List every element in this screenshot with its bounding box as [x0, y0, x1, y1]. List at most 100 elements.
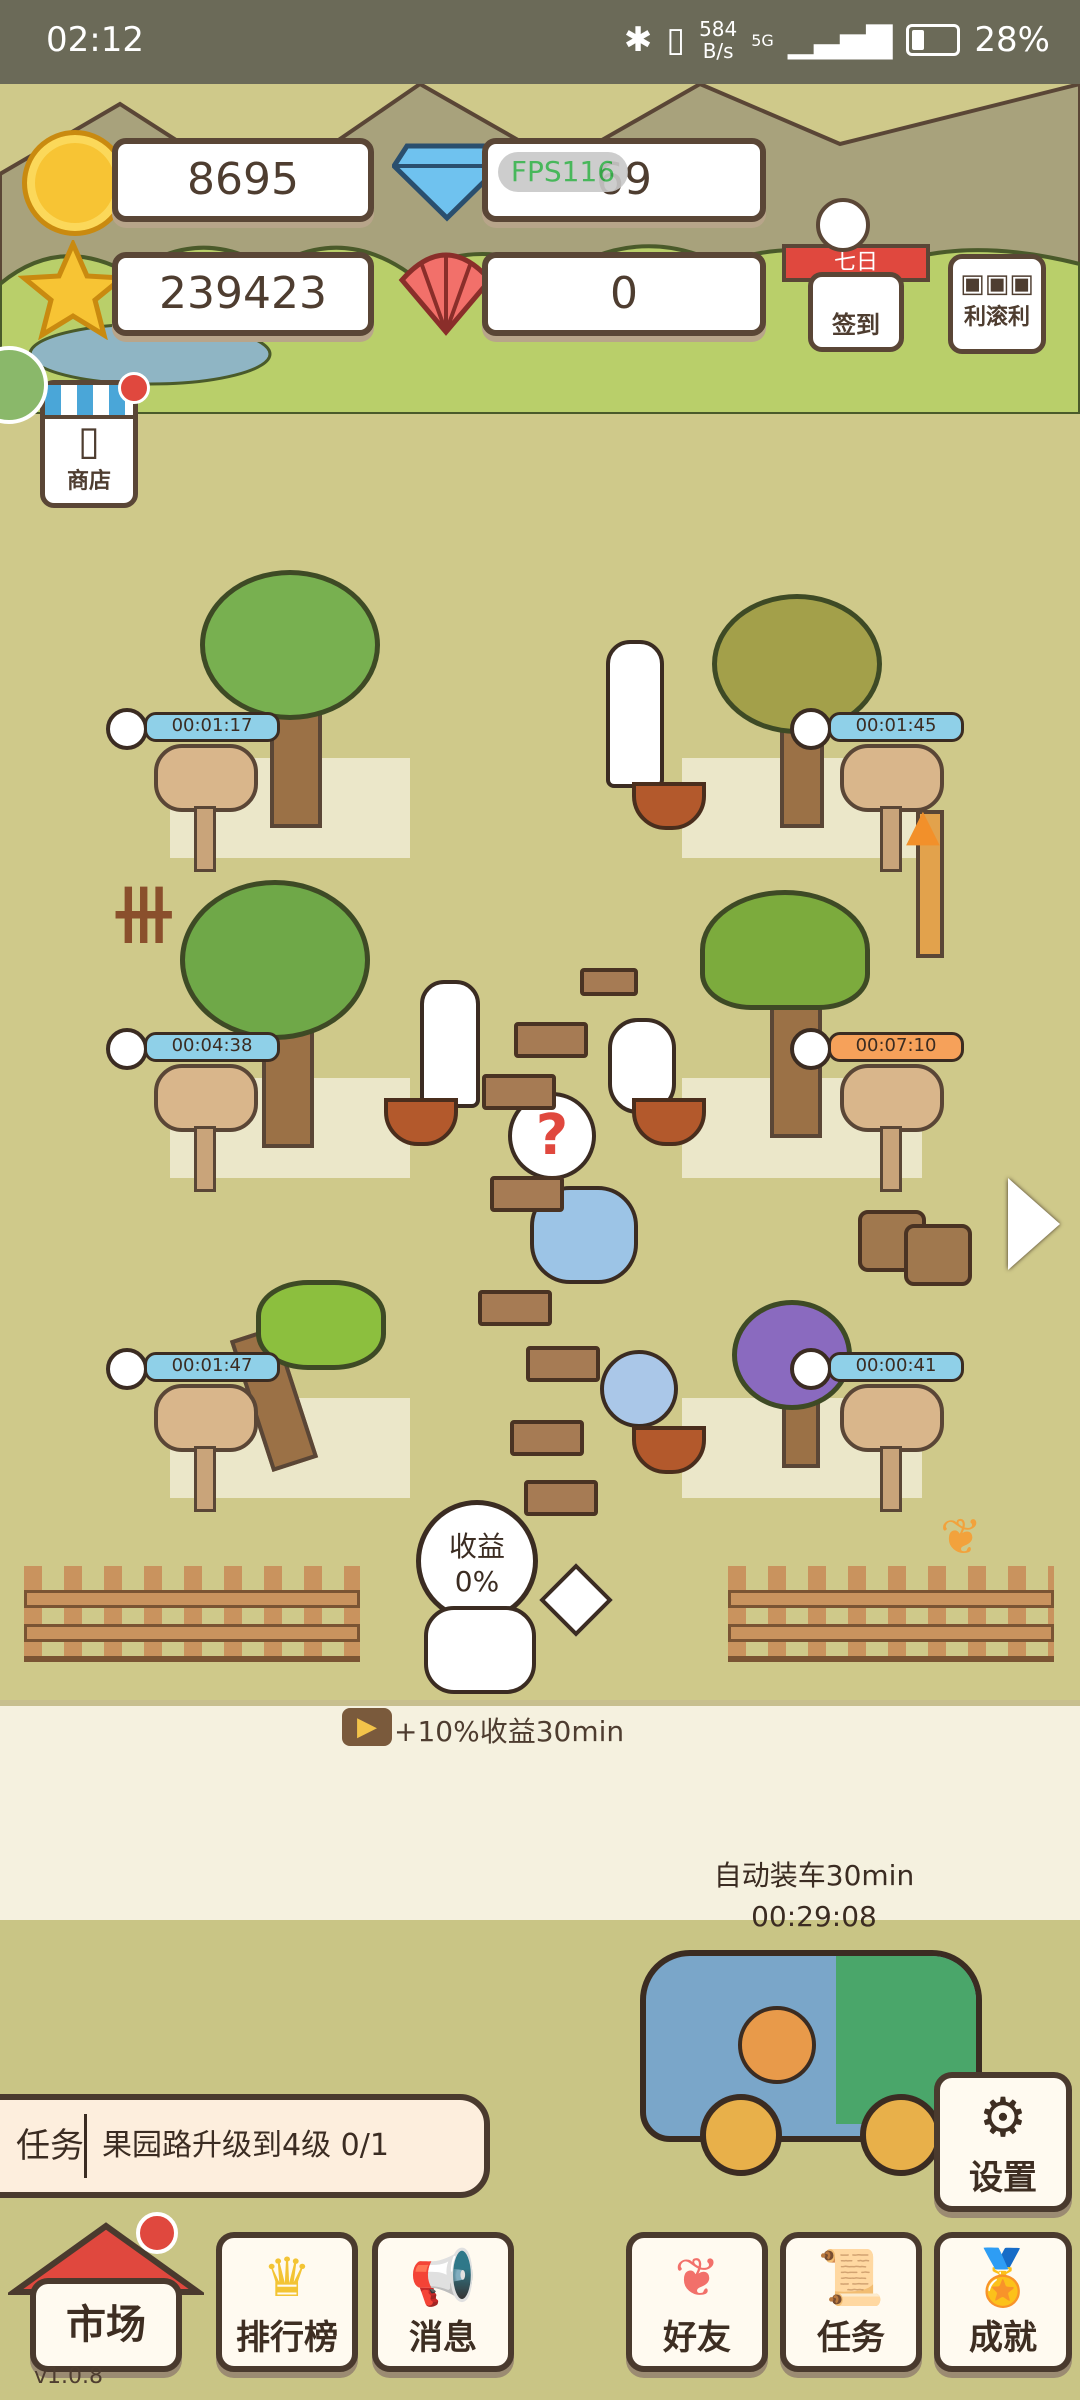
status-icons: ✱ ▯ 584 B/s 5G ▁▃▅▇ 28%	[624, 18, 1050, 62]
settings-label: 设置	[969, 2158, 1037, 2198]
path-stone	[526, 1346, 600, 1382]
mouse-mascot-icon	[816, 198, 870, 252]
friends-button[interactable]: ❦ 好友	[626, 2232, 768, 2372]
signpost	[880, 1126, 902, 1192]
coin-value: 8695	[187, 154, 299, 205]
gunli-label: 利滚利	[963, 305, 1030, 330]
signpost	[194, 806, 216, 872]
fence-left	[24, 1566, 360, 1662]
apple-tree-2[interactable]	[180, 880, 370, 1040]
shell-counter: 0	[482, 252, 766, 336]
signal-icon: ▁▃▅▇	[787, 20, 893, 60]
timer-apple-2: 00:04:38	[144, 1032, 280, 1062]
friends-label: 好友	[663, 2318, 731, 2358]
sack-icon	[904, 1224, 972, 1286]
boost-label[interactable]: +10%收益30min	[394, 1710, 624, 1750]
signpost	[194, 1446, 216, 1512]
version-label: v1.0.8	[34, 2364, 103, 2389]
shop-label: 商店	[66, 469, 111, 494]
market-notification-dot	[136, 2212, 178, 2254]
scroll-icon: 📜	[817, 2246, 885, 2309]
butterfly-icon: ❦	[940, 1508, 982, 1566]
raccoon-worker[interactable]	[600, 1350, 678, 1428]
clock-icon	[790, 1028, 832, 1070]
gear-icon: ⚙	[978, 2086, 1028, 2149]
signpost	[194, 1126, 216, 1192]
timer-apple-1: 00:01:17	[144, 712, 280, 742]
checkin-label: 签到	[832, 311, 880, 339]
timer-starfruit: 00:01:45	[828, 712, 964, 742]
signpost	[880, 1446, 902, 1512]
shop-notification-dot	[118, 372, 150, 404]
path-stone	[490, 1176, 564, 1212]
clock-icon	[790, 708, 832, 750]
megaphone-icon: 📢	[409, 2246, 477, 2309]
path-stone	[524, 1480, 598, 1516]
achievements-label: 成就	[969, 2318, 1037, 2358]
checkin-button[interactable]: 签到	[808, 272, 904, 352]
coin-counter: 8695	[112, 138, 374, 222]
sign-apple-1	[154, 744, 258, 812]
path-stone	[510, 1420, 584, 1456]
ranking-label: 排行榜	[236, 2318, 338, 2358]
gunli-button[interactable]: ▣▣▣ 利滚利	[948, 254, 1046, 354]
settings-button[interactable]: ⚙ 设置	[934, 2072, 1072, 2212]
market-label: 市场	[30, 2278, 182, 2372]
apple-tree-1[interactable]	[200, 570, 380, 720]
rabbit-guard	[424, 1606, 536, 1694]
timer-coconut: 00:01:47	[144, 1352, 280, 1382]
fps-overlay: FPS116	[498, 152, 628, 192]
task-bar-label: 任务	[16, 2126, 84, 2166]
shiba-driver	[738, 2006, 816, 2084]
durian-tree[interactable]	[700, 890, 870, 1010]
auto-load-countdown: 00:29:08	[751, 1900, 877, 1933]
income-value: 0%	[454, 1565, 500, 1598]
status-bar: 02:12 ✱ ▯ 584 B/s 5G ▁▃▅▇ 28%	[0, 0, 1080, 84]
ranking-button[interactable]: ♛ 排行榜	[216, 2232, 358, 2372]
sign-apple-2	[154, 1064, 258, 1132]
signpost	[880, 806, 902, 872]
path-stone	[514, 1022, 588, 1058]
sign-grape	[840, 1384, 944, 1452]
ladder-icon: ⧻	[106, 860, 182, 965]
income-label: 收益	[448, 1530, 505, 1563]
next-area-arrow-icon[interactable]	[1008, 1178, 1060, 1270]
tasks-button[interactable]: 📜 任务	[780, 2232, 922, 2372]
play-ad-icon[interactable]: ▶	[342, 1708, 392, 1746]
achievements-button[interactable]: 🏅 成就	[934, 2232, 1072, 2372]
battery-icon	[906, 24, 961, 56]
flame-icon: ▲	[906, 800, 940, 851]
vibrate-icon: ▯	[666, 20, 686, 60]
clock-icon	[106, 1028, 148, 1070]
spade-sign-icon	[539, 1563, 613, 1637]
task-bar[interactable]: 任务 果园路升级到4级 0/1	[0, 2094, 490, 2198]
star-value: 239423	[159, 268, 327, 319]
income-badge[interactable]: 收益 0%	[416, 1500, 538, 1622]
messages-label: 消息	[409, 2318, 477, 2358]
goat-worker[interactable]	[420, 980, 480, 1108]
shop-door-icon: ▯	[77, 418, 100, 464]
messages-button[interactable]: 📢 消息	[372, 2232, 514, 2372]
truck-wheel	[700, 2094, 782, 2176]
zebra-worker[interactable]	[606, 640, 664, 788]
auto-load-label: 自动装车30min	[713, 1859, 915, 1892]
path-stone	[482, 1074, 556, 1110]
fence-right	[728, 1566, 1054, 1662]
path-stone	[580, 968, 638, 996]
bunny-ears-icon: ❦	[674, 2246, 720, 2309]
timer-grape: 00:00:41	[828, 1352, 964, 1382]
truck-wheel	[860, 2094, 942, 2176]
bluetooth-icon: ✱	[623, 20, 653, 60]
clock-icon	[790, 1348, 832, 1390]
tasks-label: 任务	[817, 2318, 885, 2358]
task-bar-text: 果园路升级到4级 0/1	[102, 2128, 389, 2163]
net-speed: 584 B/s	[699, 18, 737, 62]
net-speed-unit: B/s	[702, 39, 734, 63]
network-type: 5G	[751, 30, 774, 50]
slot-machine-icon: ▣▣▣	[960, 269, 1034, 299]
shell-value: 0	[610, 268, 638, 319]
net-speed-value: 584	[699, 17, 738, 41]
star-counter: 239423	[112, 252, 374, 336]
status-time: 02:12	[46, 20, 144, 60]
path-stone	[478, 1290, 552, 1326]
